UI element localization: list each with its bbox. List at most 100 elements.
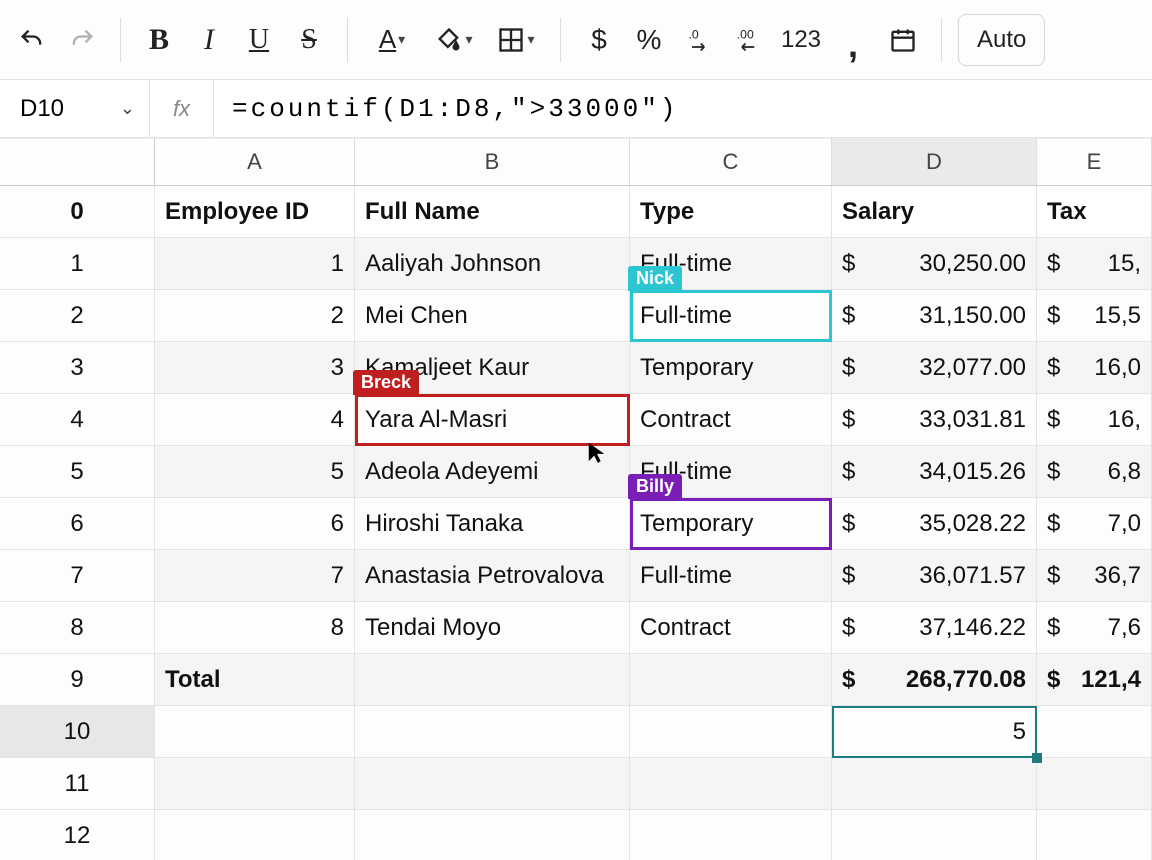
cell[interactable]: 5 [155,446,355,497]
cell[interactable]: $34,015.26 [832,446,1037,497]
cell[interactable]: $15, [1037,238,1152,289]
increase-decimal-button[interactable]: .00 [727,18,771,62]
row-number[interactable]: 7 [0,550,155,601]
cell[interactable]: Employee ID [155,186,355,237]
cell[interactable]: Contract [630,602,832,653]
decrease-decimal-button[interactable]: .0 [677,18,721,62]
cell[interactable]: 4 [155,394,355,445]
cell[interactable] [832,810,1037,860]
row-number[interactable]: 1 [0,238,155,289]
cell[interactable]: Salary [832,186,1037,237]
formula-bar: D10 ⌄ fx =countif(D1:D8,">33000") [0,80,1152,138]
cell[interactable]: 6 [155,498,355,549]
cell[interactable]: Tendai Moyo [355,602,630,653]
underline-button[interactable]: U [237,18,281,62]
row-number[interactable]: 3 [0,342,155,393]
cell[interactable]: Total [155,654,355,705]
fx-label: fx [150,80,214,137]
blank-row: 11 [0,758,1152,810]
cell[interactable]: Tax [1037,186,1152,237]
cell[interactable]: Hiroshi Tanaka [355,498,630,549]
row-number[interactable]: 12 [0,810,155,860]
cell[interactable]: Mei Chen [355,290,630,341]
cell[interactable]: Type [630,186,832,237]
cell[interactable]: Temporary [630,342,832,393]
cell[interactable]: Full-time [630,550,832,601]
cell[interactable] [1037,810,1152,860]
cell[interactable]: Aaliyah Johnson [355,238,630,289]
cell[interactable]: 1 [155,238,355,289]
bold-button[interactable]: B [137,18,181,62]
auto-button[interactable]: Auto [958,14,1045,66]
percent-button[interactable]: % [627,18,671,62]
row-number[interactable]: 9 [0,654,155,705]
strikethrough-button[interactable]: S [287,18,331,62]
cell[interactable]: 2 [155,290,355,341]
cell[interactable] [630,706,832,757]
italic-button[interactable]: I [187,18,231,62]
fill-color-button[interactable]: ▾ [426,18,482,62]
select-all-corner[interactable] [0,138,155,185]
cell[interactable]: $7,6 [1037,602,1152,653]
cell[interactable]: $268,770.08 [832,654,1037,705]
cell-reference-box[interactable]: D10 ⌄ [0,80,150,137]
cell[interactable]: 3 [155,342,355,393]
col-header-B[interactable]: B [355,138,630,185]
undo-button[interactable] [10,18,54,62]
cell[interactable] [1037,758,1152,809]
cell[interactable] [630,654,832,705]
cell[interactable] [155,706,355,757]
font-color-button[interactable]: A▾ [364,18,420,62]
fill-handle[interactable] [1032,753,1042,763]
cell[interactable]: $33,031.81 [832,394,1037,445]
col-header-A[interactable]: A [155,138,355,185]
cell[interactable] [355,654,630,705]
cell[interactable] [355,810,630,860]
cell[interactable]: 7 [155,550,355,601]
cell[interactable]: Contract [630,394,832,445]
cell[interactable] [630,810,832,860]
row-number[interactable]: 8 [0,602,155,653]
cell[interactable]: $30,250.00 [832,238,1037,289]
redo-button[interactable] [60,18,104,62]
row-number[interactable]: 10 [0,706,155,757]
date-format-button[interactable] [881,18,925,62]
cell[interactable]: $6,8 [1037,446,1152,497]
thousands-sep-button[interactable]: , [831,18,875,62]
presence-tag: Breck [353,370,419,395]
cell[interactable]: $7,0 [1037,498,1152,549]
borders-button[interactable]: ▾ [488,18,544,62]
number-format-button[interactable]: 123 [777,18,825,62]
cell[interactable]: $35,028.22 [832,498,1037,549]
cell[interactable]: $31,150.00 [832,290,1037,341]
cell[interactable]: $16,0 [1037,342,1152,393]
cell[interactable]: $121,4 [1037,654,1152,705]
cell[interactable] [832,758,1037,809]
cell[interactable] [355,758,630,809]
cell[interactable]: $32,077.00 [832,342,1037,393]
cell[interactable] [355,706,630,757]
cell[interactable] [155,758,355,809]
cell[interactable]: $16, [1037,394,1152,445]
col-header-E[interactable]: E [1037,138,1152,185]
cell[interactable] [1037,706,1152,757]
col-header-C[interactable]: C [630,138,832,185]
cell[interactable]: $37,146.22 [832,602,1037,653]
row-number[interactable]: 5 [0,446,155,497]
row-number[interactable]: 11 [0,758,155,809]
col-header-D[interactable]: D [832,138,1037,185]
cell[interactable]: 8 [155,602,355,653]
cell[interactable]: Anastasia Petrovalova [355,550,630,601]
cell[interactable]: $36,071.57 [832,550,1037,601]
cell[interactable]: Full Name [355,186,630,237]
row-number[interactable]: 4 [0,394,155,445]
row-number[interactable]: 6 [0,498,155,549]
cell[interactable] [630,758,832,809]
formula-input[interactable]: =countif(D1:D8,">33000") [214,80,1152,137]
row-number[interactable]: 0 [0,186,155,237]
row-number[interactable]: 2 [0,290,155,341]
cell[interactable] [155,810,355,860]
currency-button[interactable]: $ [577,18,621,62]
cell[interactable]: $15,5 [1037,290,1152,341]
cell[interactable]: $36,7 [1037,550,1152,601]
